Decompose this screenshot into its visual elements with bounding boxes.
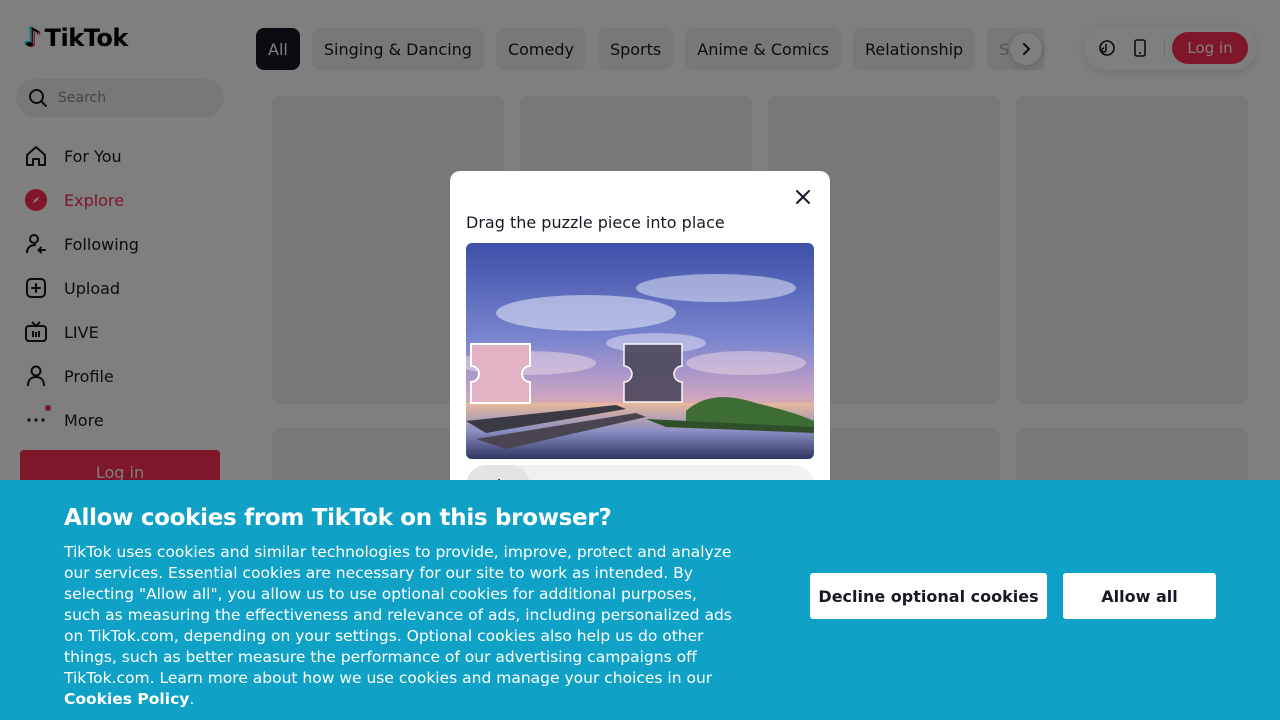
cookie-text: TikTok uses cookies and similar technolo… [64, 542, 734, 710]
puzzle-scene [466, 243, 814, 459]
decline-cookies-button[interactable]: Decline optional cookies [810, 573, 1047, 619]
captcha-modal: Drag the puzzle piece into place [450, 171, 830, 511]
cookie-banner: Allow cookies from TikTok on this browse… [0, 480, 1280, 720]
allow-all-button[interactable]: Allow all [1063, 573, 1216, 619]
cookie-body: TikTok uses cookies and similar technolo… [64, 543, 732, 687]
close-icon[interactable] [794, 188, 812, 206]
cookies-policy-link[interactable]: Cookies Policy [64, 690, 189, 708]
puzzle-image [466, 243, 814, 459]
captcha-title: Drag the puzzle piece into place [466, 213, 725, 232]
puzzle-piece[interactable] [470, 343, 531, 404]
puzzle-slot [623, 343, 683, 403]
cookie-title: Allow cookies from TikTok on this browse… [64, 505, 612, 531]
cookie-end: . [189, 690, 195, 708]
